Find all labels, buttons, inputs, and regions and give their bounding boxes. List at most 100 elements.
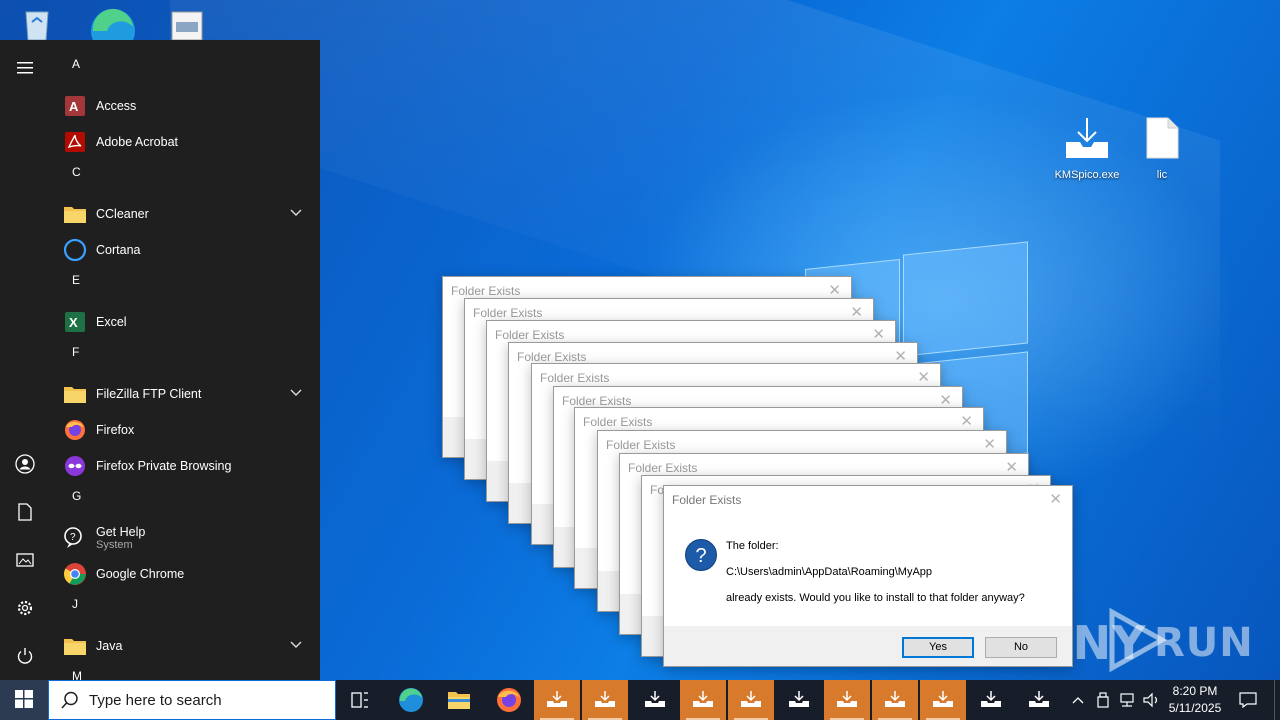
taskbar-installer-task[interactable] (872, 680, 918, 720)
search-box[interactable] (48, 680, 336, 720)
app-label: Adobe Acrobat (96, 135, 179, 149)
get-help-text: Get Help System (96, 525, 145, 551)
app-firefox-private[interactable]: Firefox Private Browsing (52, 448, 314, 484)
document-icon[interactable] (170, 10, 204, 41)
desktop-icon-label: lic (1156, 169, 1168, 181)
start-button[interactable] (0, 680, 48, 720)
cortana-icon (62, 237, 88, 263)
letter-header-a[interactable]: A (52, 52, 314, 88)
app-ccleaner[interactable]: CCleaner (52, 196, 314, 232)
folder-icon (62, 381, 88, 407)
clock-date: 5/11/2025 (1168, 701, 1222, 715)
installer-icon (644, 690, 666, 711)
notification-icon[interactable] (1232, 680, 1264, 720)
dialog-title: Folder Exists (473, 306, 543, 320)
app-label: CCleaner (96, 207, 149, 221)
chrome-icon (62, 561, 88, 587)
no-button[interactable]: No (985, 637, 1057, 658)
dialog-title: Folder Exists (606, 438, 676, 452)
show-desktop-button[interactable] (1274, 680, 1280, 720)
app-google-chrome[interactable]: Google Chrome (52, 556, 314, 592)
app-list: A A Access Adobe Acrobat C CCleaner Cort… (52, 52, 314, 680)
taskbar-installer-task[interactable] (1016, 680, 1062, 720)
app-sublabel: System (96, 539, 133, 551)
start-rail (0, 40, 50, 680)
edge-icon[interactable] (387, 680, 435, 720)
search-input[interactable] (89, 685, 319, 715)
desktop-icon-lic[interactable]: lic (1124, 116, 1200, 181)
installer-icon (980, 690, 1002, 711)
task-view-icon[interactable] (336, 680, 384, 720)
app-excel[interactable]: X Excel (52, 304, 314, 340)
documents-icon[interactable] (0, 490, 50, 534)
start-menu: A A Access Adobe Acrobat C CCleaner Cort… (0, 40, 320, 680)
taskbar-installer-task[interactable] (728, 680, 774, 720)
letter-header-f[interactable]: F (52, 340, 314, 376)
taskbar-installer-task[interactable] (968, 680, 1014, 720)
firefox-icon[interactable] (485, 680, 533, 720)
dialog-message-line3: already exists. Would you like to instal… (726, 592, 1025, 604)
letter-header-c[interactable]: C (52, 160, 314, 196)
taskbar-installer-task[interactable] (534, 680, 580, 720)
yes-button[interactable]: Yes (902, 637, 974, 658)
app-firefox[interactable]: Firefox (52, 412, 314, 448)
desktop-icon-kmspico[interactable]: KMSpico.exe (1049, 116, 1125, 181)
chevron-up-icon[interactable] (1066, 680, 1090, 720)
taskbar-installer-task[interactable] (632, 680, 678, 720)
volume-icon[interactable] (1140, 680, 1162, 720)
app-filezilla[interactable]: FileZilla FTP Client (52, 376, 314, 412)
edge-icon[interactable] (88, 6, 138, 53)
svg-text:?: ? (70, 532, 76, 543)
firefox-icon (62, 417, 88, 443)
dialog-title: Folder Exists (517, 350, 587, 364)
clock[interactable]: 8:20 PM 5/11/2025 (1160, 683, 1230, 717)
access-icon: A (62, 93, 88, 119)
dialog-titlebar[interactable]: Folder Exists ✕ (664, 486, 1072, 514)
power-icon[interactable] (0, 634, 50, 678)
close-icon[interactable]: ✕ (1049, 486, 1062, 514)
windows-logo-icon (15, 689, 33, 711)
app-label: Firefox (96, 423, 135, 437)
taskbar-installer-task[interactable] (824, 680, 870, 720)
letter-header-j[interactable]: J (52, 592, 314, 628)
chevron-down-icon[interactable] (290, 638, 302, 652)
folder-icon (62, 201, 88, 227)
network-icon[interactable] (1115, 680, 1139, 720)
folder-icon (62, 633, 88, 659)
app-cortana[interactable]: Cortana (52, 232, 314, 268)
dialog-body: ? The folder: C:\Users\admin\AppData\Roa… (664, 514, 1072, 626)
dialog-title: Folder Exists (562, 394, 632, 408)
installer-icon (1049, 116, 1125, 163)
letter-header-g[interactable]: G (52, 484, 314, 520)
taskbar-installer-task[interactable] (582, 680, 628, 720)
recycle-bin-icon[interactable] (18, 8, 56, 41)
taskbar-installer-task[interactable] (776, 680, 822, 720)
app-adobe-acrobat[interactable]: Adobe Acrobat (52, 124, 314, 160)
installer-icon (740, 690, 762, 711)
dialog-title: Folder Exists (495, 328, 565, 342)
chevron-down-icon[interactable] (290, 206, 302, 220)
app-get-help[interactable]: ? Get Help System (52, 520, 314, 556)
app-label: Firefox Private Browsing (96, 459, 232, 473)
installer-icon (546, 690, 568, 711)
svg-text:A: A (69, 99, 79, 114)
hamburger-menu-icon[interactable] (0, 46, 50, 90)
taskbar-installer-task[interactable] (920, 680, 966, 720)
dialog-message-line1: The folder: (726, 540, 779, 552)
app-label: Get Help (96, 525, 146, 539)
taskbar-installer-task[interactable] (680, 680, 726, 720)
settings-icon[interactable] (0, 586, 50, 630)
chevron-down-icon[interactable] (290, 386, 302, 400)
blank-file-icon (1124, 116, 1200, 163)
installer-icon (692, 690, 714, 711)
usb-icon[interactable] (1092, 680, 1114, 720)
letter-header-m[interactable]: M (52, 664, 314, 680)
app-access[interactable]: A Access (52, 88, 314, 124)
letter-header-e[interactable]: E (52, 268, 314, 304)
user-icon[interactable] (0, 442, 50, 486)
app-java[interactable]: Java (52, 628, 314, 664)
file-explorer-icon[interactable] (435, 680, 483, 720)
get-help-icon: ? (62, 525, 88, 551)
pictures-icon[interactable] (0, 538, 50, 582)
desktop-icon-label: KMSpico.exe (1054, 169, 1120, 181)
